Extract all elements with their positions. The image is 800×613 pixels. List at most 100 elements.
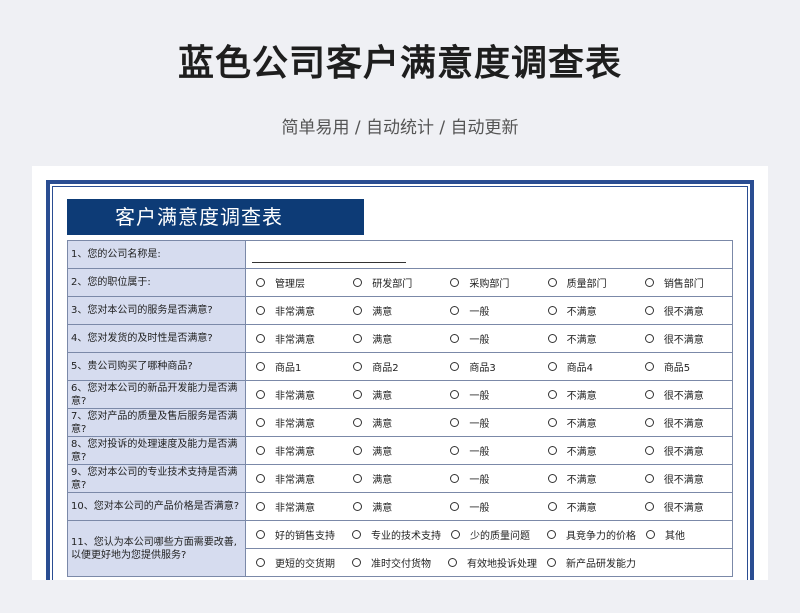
radio-button[interactable] [451, 530, 460, 539]
radio-button[interactable] [256, 558, 265, 567]
radio-button[interactable] [644, 418, 654, 427]
radio-button[interactable] [547, 474, 557, 483]
radio-button[interactable] [646, 530, 655, 539]
radio-option[interactable]: 满意 [343, 415, 440, 430]
radio-option[interactable]: 非常满意 [246, 443, 343, 458]
radio-option[interactable]: 一般 [440, 471, 537, 486]
radio-option[interactable]: 销售部门 [635, 275, 732, 290]
radio-button[interactable] [547, 390, 557, 399]
radio-option[interactable]: 很不满意 [635, 303, 732, 318]
radio-option[interactable]: 满意 [343, 331, 440, 346]
radio-button[interactable] [644, 362, 654, 371]
radio-button[interactable] [256, 446, 265, 455]
radio-option[interactable]: 满意 [343, 443, 440, 458]
radio-button[interactable] [353, 334, 363, 343]
radio-button[interactable] [353, 362, 363, 371]
radio-button[interactable] [547, 446, 557, 455]
radio-option[interactable]: 满意 [343, 303, 440, 318]
radio-button[interactable] [352, 558, 361, 567]
radio-button[interactable] [547, 334, 557, 343]
radio-button[interactable] [547, 306, 557, 315]
radio-option[interactable]: 一般 [440, 499, 537, 514]
radio-button[interactable] [256, 502, 265, 511]
radio-option[interactable]: 很不满意 [635, 387, 732, 402]
radio-button[interactable] [256, 278, 265, 287]
radio-option[interactable]: 专业的技术支持 [342, 527, 441, 542]
radio-button[interactable] [547, 558, 556, 567]
radio-option[interactable]: 商品1 [246, 359, 343, 374]
radio-option[interactable]: 很不满意 [635, 471, 732, 486]
radio-button[interactable] [353, 502, 363, 511]
radio-option[interactable]: 非常满意 [246, 387, 343, 402]
radio-option[interactable]: 商品2 [343, 359, 440, 374]
radio-option[interactable]: 一般 [440, 331, 537, 346]
radio-option[interactable]: 管理层 [246, 275, 343, 290]
radio-option[interactable]: 采购部门 [440, 275, 537, 290]
radio-button[interactable] [547, 418, 557, 427]
radio-button[interactable] [256, 390, 265, 399]
radio-button[interactable] [547, 362, 557, 371]
radio-button[interactable] [450, 474, 460, 483]
radio-option[interactable]: 一般 [440, 387, 537, 402]
radio-button[interactable] [547, 530, 556, 539]
radio-button[interactable] [547, 502, 557, 511]
radio-button[interactable] [547, 278, 557, 287]
radio-button[interactable] [644, 278, 654, 287]
radio-option[interactable]: 其他 [636, 527, 732, 542]
radio-button[interactable] [352, 530, 361, 539]
radio-option[interactable]: 满意 [343, 499, 440, 514]
radio-option[interactable]: 一般 [440, 443, 537, 458]
radio-option[interactable]: 很不满意 [635, 443, 732, 458]
radio-option[interactable]: 商品4 [538, 359, 635, 374]
radio-option[interactable]: 非常满意 [246, 415, 343, 430]
radio-button[interactable] [256, 530, 265, 539]
radio-option[interactable]: 非常满意 [246, 331, 343, 346]
radio-button[interactable] [450, 390, 460, 399]
radio-option[interactable]: 很不满意 [635, 331, 732, 346]
radio-option[interactable]: 满意 [343, 387, 440, 402]
radio-button[interactable] [256, 418, 265, 427]
radio-option[interactable]: 非常满意 [246, 471, 343, 486]
radio-button[interactable] [450, 502, 460, 511]
radio-button[interactable] [450, 362, 460, 371]
radio-button[interactable] [353, 418, 363, 427]
radio-button[interactable] [353, 474, 363, 483]
radio-option[interactable]: 准时交付货物 [342, 555, 438, 570]
radio-button[interactable] [450, 306, 460, 315]
radio-button[interactable] [256, 474, 265, 483]
radio-button[interactable] [353, 390, 363, 399]
radio-button[interactable] [644, 502, 654, 511]
radio-button[interactable] [644, 334, 654, 343]
radio-button[interactable] [644, 390, 654, 399]
radio-option[interactable]: 很不满意 [635, 415, 732, 430]
radio-option[interactable]: 满意 [343, 471, 440, 486]
radio-option[interactable]: 研发部门 [343, 275, 440, 290]
radio-button[interactable] [450, 418, 460, 427]
radio-button[interactable] [256, 306, 265, 315]
radio-button[interactable] [256, 334, 265, 343]
radio-option[interactable]: 少的质量问题 [441, 527, 537, 542]
radio-button[interactable] [353, 446, 363, 455]
radio-button[interactable] [450, 334, 460, 343]
radio-option[interactable]: 一般 [440, 303, 537, 318]
radio-button[interactable] [644, 446, 654, 455]
radio-option[interactable]: 具竞争力的价格 [537, 527, 636, 542]
radio-button[interactable] [450, 278, 460, 287]
radio-option[interactable]: 好的销售支持 [246, 527, 342, 542]
radio-option[interactable]: 不满意 [538, 331, 635, 346]
radio-option[interactable]: 一般 [440, 415, 537, 430]
radio-option[interactable]: 不满意 [538, 471, 635, 486]
radio-option[interactable]: 商品5 [635, 359, 732, 374]
radio-option[interactable]: 不满意 [538, 499, 635, 514]
radio-option[interactable]: 很不满意 [635, 499, 732, 514]
radio-button[interactable] [256, 362, 265, 371]
radio-option[interactable]: 商品3 [440, 359, 537, 374]
radio-option[interactable]: 不满意 [538, 443, 635, 458]
radio-option[interactable]: 不满意 [538, 387, 635, 402]
radio-button[interactable] [644, 474, 654, 483]
radio-button[interactable] [644, 306, 654, 315]
radio-option[interactable]: 有效地投诉处理 [438, 555, 537, 570]
radio-button[interactable] [448, 558, 457, 567]
radio-button[interactable] [353, 306, 363, 315]
radio-button[interactable] [450, 446, 460, 455]
